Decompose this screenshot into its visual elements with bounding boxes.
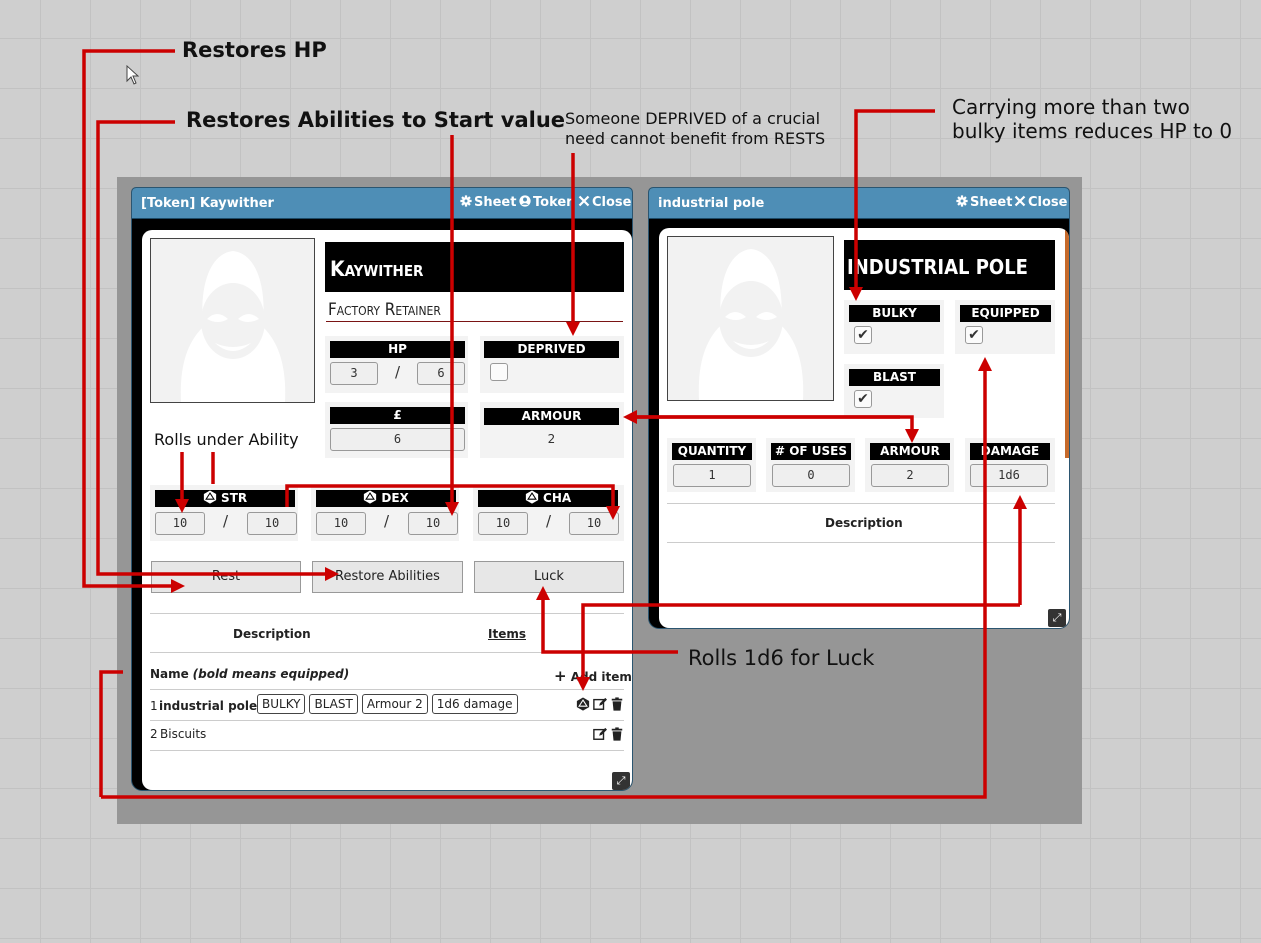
arrow-bulky [849, 109, 935, 301]
annotation-deprived-line2: need cannot benefit from RESTS [565, 129, 826, 148]
annotation-rolls-luck: Rolls 1d6 for Luck [688, 646, 875, 670]
annotation-bulky-line2: bulky items reduces HP to 0 [952, 119, 1233, 143]
annotation-restores-hp: Restores HP [182, 38, 327, 62]
arrow-dex-cha [285, 484, 620, 520]
annotation-rolls-under: Rolls under Ability [154, 430, 299, 449]
annotation-deprived-line1: Someone DEPRIVED of a crucial [565, 109, 821, 128]
arrow-luck [536, 586, 678, 654]
arrow-restores-abilities [96, 120, 339, 581]
annotation-bulky-line1: Carrying more than two [952, 95, 1190, 119]
arrow-armour-link [628, 415, 919, 443]
arrow-equipped [99, 364, 985, 799]
annotation-restores-abilities: Restores Abilities to Start value [186, 108, 566, 132]
arrow-damage-roll [576, 603, 1020, 691]
